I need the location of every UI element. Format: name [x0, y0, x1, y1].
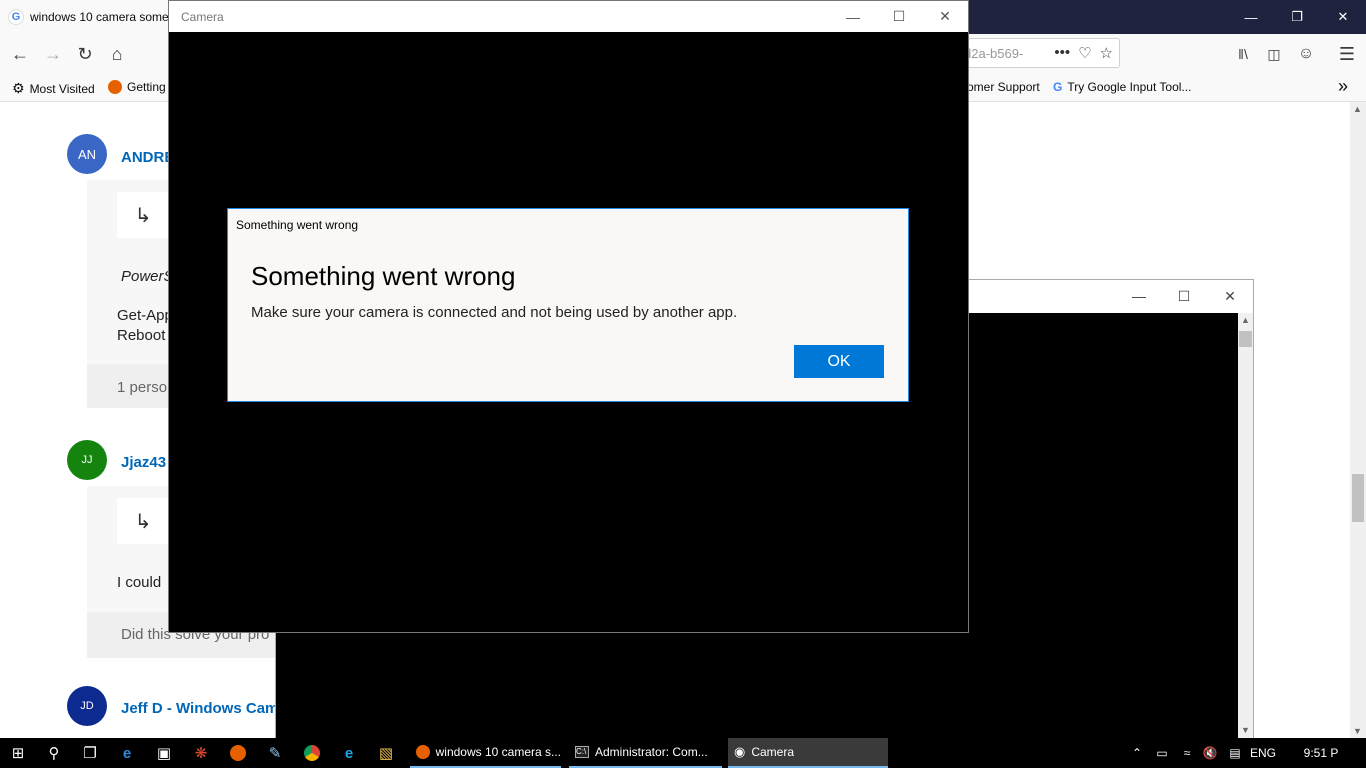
- firefox-minimize-button[interactable]: —: [1228, 0, 1274, 34]
- camera-titlebar: Camera — ☐ ✕: [169, 1, 968, 32]
- dialog-window-title: Something went wrong: [236, 218, 359, 232]
- browser-tab[interactable]: G windows 10 camera some: [0, 0, 175, 34]
- bookmark-customer-support[interactable]: omer Support: [967, 80, 1040, 94]
- firefox-close-button[interactable]: ✕: [1320, 0, 1366, 34]
- scroll-down-icon[interactable]: ▼: [1241, 725, 1250, 735]
- avatar[interactable]: JD: [67, 686, 107, 726]
- google-icon: G: [1053, 80, 1063, 94]
- taskbar-firefox-task[interactable]: windows 10 camera s...: [410, 738, 561, 768]
- show-hidden-icons-icon[interactable]: ⌃: [1127, 738, 1147, 768]
- start-windows-icon[interactable]: ⊞: [0, 738, 36, 768]
- post-text: Get-App: [117, 307, 173, 324]
- browser-tab-title: windows 10 camera some: [30, 10, 169, 24]
- page-actions-icon[interactable]: •••: [1054, 44, 1070, 62]
- ok-button[interactable]: OK: [794, 345, 884, 378]
- cmd-scrollbar-thumb[interactable]: [1239, 331, 1252, 347]
- cmd-maximize-button[interactable]: ☐: [1161, 282, 1207, 310]
- camera-maximize-button[interactable]: ☐: [876, 1, 922, 32]
- app-icon[interactable]: ❋: [183, 738, 219, 768]
- action-center-icon[interactable]: ▤: [1224, 738, 1246, 768]
- taskbar: ⊞ ⚲ ❐ e ▣ ❋ ✎ e ▧ windows 10 camera s...…: [0, 738, 1366, 768]
- scroll-up-icon[interactable]: ▲: [1241, 315, 1250, 325]
- edge-icon[interactable]: e: [109, 738, 145, 768]
- helpful-count: 1 perso: [117, 379, 168, 396]
- error-dialog: Something went wrong Something went wron…: [227, 208, 909, 402]
- cmd-icon: C:\: [575, 746, 589, 758]
- username-link[interactable]: Jeff D - Windows Came: [121, 700, 287, 717]
- file-explorer-icon[interactable]: ▧: [368, 738, 404, 768]
- cmd-scrollbar[interactable]: ▲ ▼: [1238, 313, 1253, 739]
- url-bar[interactable]: d2a-b569- ••• ♡ ☆: [960, 38, 1120, 68]
- menu-icon[interactable]: ☰: [1332, 40, 1362, 68]
- volume-muted-icon[interactable]: 🔇: [1199, 738, 1221, 768]
- bookmark-star-icon[interactable]: ☆: [1100, 44, 1113, 62]
- task-view-icon[interactable]: ❐: [72, 738, 108, 768]
- firefox-restore-button[interactable]: ❐: [1274, 0, 1320, 34]
- battery-icon[interactable]: ▭: [1151, 738, 1173, 768]
- store-icon[interactable]: ▣: [146, 738, 182, 768]
- avatar[interactable]: JJ: [67, 440, 107, 480]
- search-icon[interactable]: ⚲: [36, 738, 72, 768]
- post-text: PowerS: [121, 268, 174, 285]
- forward-icon[interactable]: →: [38, 40, 68, 68]
- page-scrollbar-thumb[interactable]: [1352, 474, 1364, 522]
- camera-title: Camera: [181, 10, 224, 24]
- back-icon[interactable]: ←: [5, 40, 35, 68]
- camera-minimize-button[interactable]: —: [830, 1, 876, 32]
- reply-arrow-icon: ↳: [117, 192, 169, 238]
- account-icon[interactable]: ☺: [1291, 40, 1321, 68]
- bookmark-getting-started[interactable]: Getting: [108, 80, 166, 94]
- username-link[interactable]: Jjaz43: [121, 454, 166, 471]
- reload-icon[interactable]: ↻: [70, 40, 100, 68]
- post-text: I could: [117, 574, 162, 591]
- firefox-icon: [416, 745, 430, 759]
- camera-close-button[interactable]: ✕: [922, 1, 968, 32]
- scroll-down-icon[interactable]: ▼: [1353, 726, 1362, 736]
- notepad-icon[interactable]: ✎: [257, 738, 293, 768]
- bookmark-most-visited[interactable]: ⚙ Most Visited: [12, 80, 95, 97]
- google-favicon-icon: G: [8, 9, 24, 25]
- dialog-heading: Something went wrong: [251, 261, 516, 291]
- library-icon[interactable]: ‖\: [1228, 40, 1258, 68]
- bookmarks-overflow-icon[interactable]: »: [1338, 76, 1348, 97]
- internet-explorer-icon[interactable]: e: [331, 738, 367, 768]
- page-scrollbar[interactable]: ▲ ▼: [1350, 102, 1366, 738]
- home-icon[interactable]: ⌂: [102, 40, 132, 68]
- gear-icon: ⚙: [12, 80, 25, 96]
- pocket-icon[interactable]: ♡: [1078, 44, 1091, 62]
- taskbar-camera-task[interactable]: ◉ Camera: [728, 738, 888, 768]
- sidebar-icon[interactable]: ◫: [1259, 40, 1289, 68]
- dialog-message: Make sure your camera is connected and n…: [251, 304, 738, 321]
- firefox-icon[interactable]: [220, 738, 256, 768]
- language-indicator[interactable]: ENG: [1248, 738, 1278, 768]
- bookmark-google-input-tools[interactable]: G Try Google Input Tool...: [1053, 80, 1191, 94]
- url-text: d2a-b569-: [964, 45, 1024, 61]
- cmd-minimize-button[interactable]: —: [1116, 282, 1162, 310]
- reply-arrow-icon: ↳: [117, 498, 169, 544]
- camera-icon: ◉: [734, 744, 746, 759]
- chrome-icon[interactable]: [294, 738, 330, 768]
- clock[interactable]: 9:51 P: [1296, 738, 1346, 768]
- post-text: Reboot: [117, 327, 166, 344]
- firefox-icon: [108, 80, 122, 94]
- taskbar-cmd-task[interactable]: C:\ Administrator: Com...: [569, 738, 722, 768]
- avatar[interactable]: AN: [67, 134, 107, 174]
- cmd-close-button[interactable]: ✕: [1207, 282, 1253, 310]
- wifi-icon[interactable]: ≈: [1176, 738, 1198, 768]
- scroll-up-icon[interactable]: ▲: [1353, 104, 1362, 114]
- username-link[interactable]: ANDRE: [121, 149, 174, 166]
